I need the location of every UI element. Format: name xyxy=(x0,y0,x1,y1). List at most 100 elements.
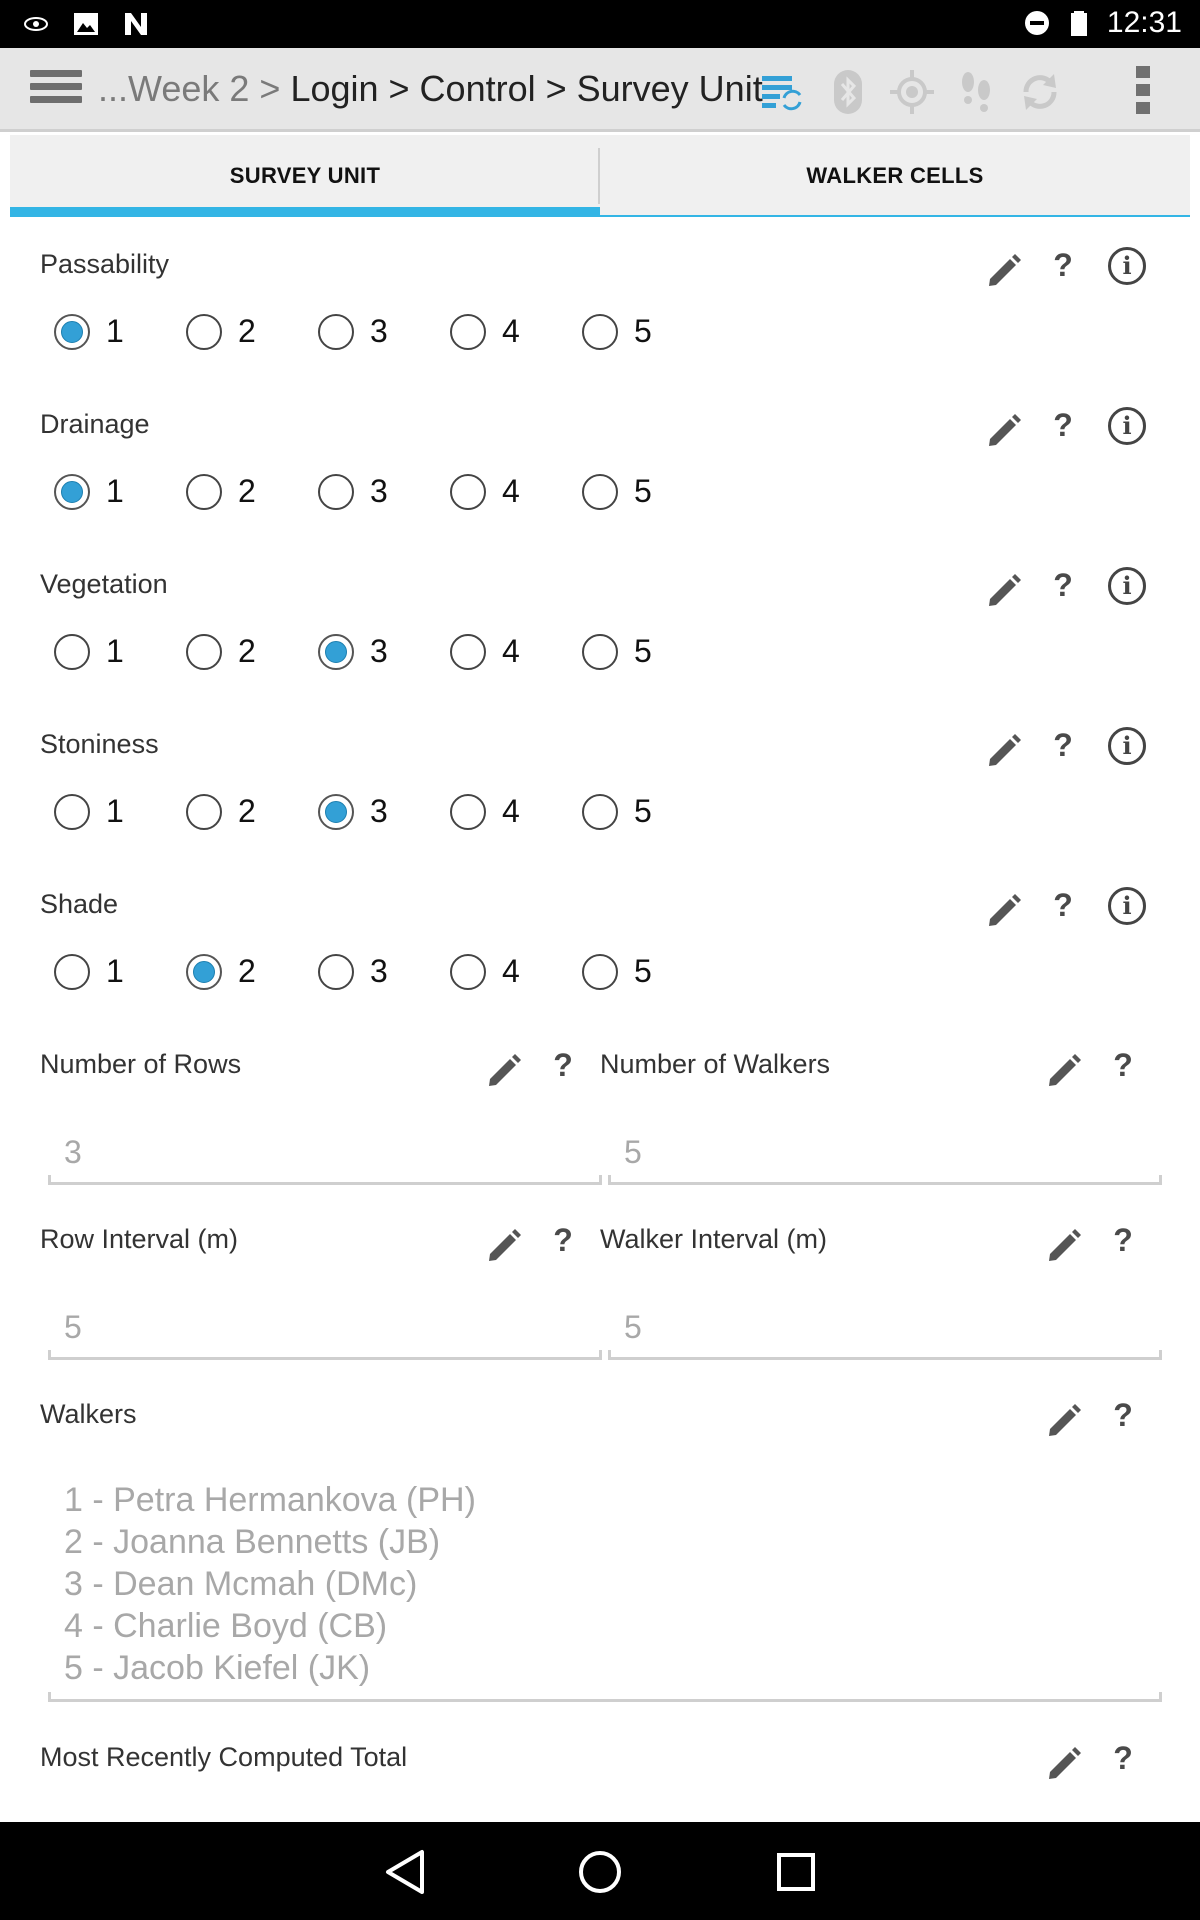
help-icon[interactable]: ? xyxy=(1108,1222,1138,1259)
radio-button[interactable] xyxy=(318,313,354,350)
radio-button[interactable] xyxy=(54,953,90,990)
radio-option[interactable]: 1 xyxy=(54,313,124,350)
info-icon[interactable]: i xyxy=(1108,407,1146,445)
tab-survey-unit[interactable]: SURVEY UNIT xyxy=(10,135,600,217)
radio-button[interactable] xyxy=(186,313,222,350)
tab-bar: SURVEY UNIT WALKER CELLS xyxy=(10,135,1190,217)
radio-button[interactable] xyxy=(450,313,486,350)
radio-button[interactable] xyxy=(450,473,486,510)
help-icon[interactable]: ? xyxy=(1108,1047,1138,1084)
radio-button[interactable] xyxy=(582,473,618,510)
radio-option[interactable]: 3 xyxy=(318,473,388,510)
info-icon[interactable]: i xyxy=(1108,727,1146,765)
pencil-icon[interactable] xyxy=(1044,1049,1084,1089)
radio-button-checked[interactable] xyxy=(54,313,90,350)
radio-option[interactable]: 1 xyxy=(54,793,124,830)
pencil-icon[interactable] xyxy=(984,569,1024,609)
row-interval-input[interactable]: 5 xyxy=(64,1309,82,1346)
help-icon[interactable]: ? xyxy=(548,1047,578,1084)
radio-option[interactable]: 2 xyxy=(186,473,256,510)
radio-button[interactable] xyxy=(582,953,618,990)
pencil-icon[interactable] xyxy=(984,249,1024,289)
radio-option[interactable]: 5 xyxy=(582,473,652,510)
sync-database-icon[interactable] xyxy=(758,68,806,116)
radio-option[interactable]: 3 xyxy=(318,313,388,350)
radio-button[interactable] xyxy=(450,793,486,830)
walker-interval-label: Walker Interval (m) xyxy=(600,1224,828,1254)
radio-option-label: 1 xyxy=(106,313,124,349)
pencil-icon[interactable] xyxy=(484,1049,524,1089)
radio-option[interactable]: 4 xyxy=(450,313,520,350)
home-icon[interactable] xyxy=(574,1846,626,1898)
radio-button-checked[interactable] xyxy=(54,473,90,510)
pencil-icon[interactable] xyxy=(1044,1224,1084,1264)
radio-button[interactable] xyxy=(186,633,222,670)
radio-option[interactable]: 2 xyxy=(186,313,256,350)
radio-option-label: 1 xyxy=(106,633,124,669)
radio-button[interactable] xyxy=(582,633,618,670)
pencil-icon[interactable] xyxy=(484,1224,524,1264)
radio-option[interactable]: 4 xyxy=(450,953,520,990)
radio-button-checked[interactable] xyxy=(186,953,222,990)
radio-option[interactable]: 2 xyxy=(186,793,256,830)
help-icon[interactable]: ? xyxy=(1108,1397,1138,1434)
radio-button[interactable] xyxy=(450,953,486,990)
radio-button[interactable] xyxy=(450,633,486,670)
radio-button[interactable] xyxy=(582,313,618,350)
number-of-rows-input[interactable]: 3 xyxy=(64,1134,82,1171)
pencil-icon[interactable] xyxy=(984,889,1024,929)
help-icon[interactable]: ? xyxy=(1108,1740,1138,1777)
info-icon[interactable]: i xyxy=(1108,567,1146,605)
number-of-walkers-input[interactable]: 5 xyxy=(624,1134,642,1171)
info-icon[interactable]: i xyxy=(1108,887,1146,925)
radio-option[interactable]: 4 xyxy=(450,473,520,510)
radio-button[interactable] xyxy=(186,793,222,830)
radio-option[interactable]: 5 xyxy=(582,793,652,830)
radio-option-label: 3 xyxy=(370,953,388,989)
help-icon[interactable]: ? xyxy=(1048,567,1078,604)
radio-button[interactable] xyxy=(318,473,354,510)
radio-option[interactable]: 5 xyxy=(582,313,652,350)
walker-interval-input[interactable]: 5 xyxy=(624,1309,642,1346)
radio-option[interactable]: 4 xyxy=(450,793,520,830)
hamburger-menu-icon[interactable] xyxy=(30,70,82,110)
breadcrumb[interactable]: ...Week 2 > Login > Control > Survey Uni… xyxy=(98,68,763,110)
radio-option[interactable]: 2 xyxy=(186,953,256,990)
radio-button[interactable] xyxy=(54,793,90,830)
help-icon[interactable]: ? xyxy=(548,1222,578,1259)
radio-button-checked[interactable] xyxy=(318,633,354,670)
recents-icon[interactable] xyxy=(770,1846,822,1898)
tab-walker-cells[interactable]: WALKER CELLS xyxy=(600,135,1190,217)
walkers-textarea[interactable]: 1 - Petra Hermankova (PH) 2 - Joanna Ben… xyxy=(64,1479,476,1689)
info-icon[interactable]: i xyxy=(1108,247,1146,285)
radio-option[interactable]: 5 xyxy=(582,953,652,990)
radio-option[interactable]: 3 xyxy=(318,953,388,990)
radio-option[interactable]: 1 xyxy=(54,633,124,670)
radio-option[interactable]: 1 xyxy=(54,953,124,990)
radio-button[interactable] xyxy=(54,633,90,670)
pencil-icon[interactable] xyxy=(1044,1742,1084,1782)
help-icon[interactable]: ? xyxy=(1048,247,1078,284)
gps-icon[interactable] xyxy=(888,68,936,116)
overflow-menu-icon[interactable] xyxy=(1136,66,1150,118)
radio-button[interactable] xyxy=(318,953,354,990)
pencil-icon[interactable] xyxy=(984,729,1024,769)
radio-button[interactable] xyxy=(186,473,222,510)
radio-option[interactable]: 5 xyxy=(582,633,652,670)
help-icon[interactable]: ? xyxy=(1048,887,1078,924)
radio-button-checked[interactable] xyxy=(318,793,354,830)
refresh-icon[interactable] xyxy=(1016,68,1064,116)
radio-option[interactable]: 3 xyxy=(318,793,388,830)
back-icon[interactable] xyxy=(380,1846,432,1898)
radio-button[interactable] xyxy=(582,793,618,830)
radio-option[interactable]: 2 xyxy=(186,633,256,670)
help-icon[interactable]: ? xyxy=(1048,407,1078,444)
pencil-icon[interactable] xyxy=(1044,1399,1084,1439)
radio-option[interactable]: 3 xyxy=(318,633,388,670)
bluetooth-icon[interactable] xyxy=(824,68,872,116)
radio-option[interactable]: 4 xyxy=(450,633,520,670)
footsteps-icon[interactable] xyxy=(952,68,1000,116)
radio-option[interactable]: 1 xyxy=(54,473,124,510)
help-icon[interactable]: ? xyxy=(1048,727,1078,764)
pencil-icon[interactable] xyxy=(984,409,1024,449)
